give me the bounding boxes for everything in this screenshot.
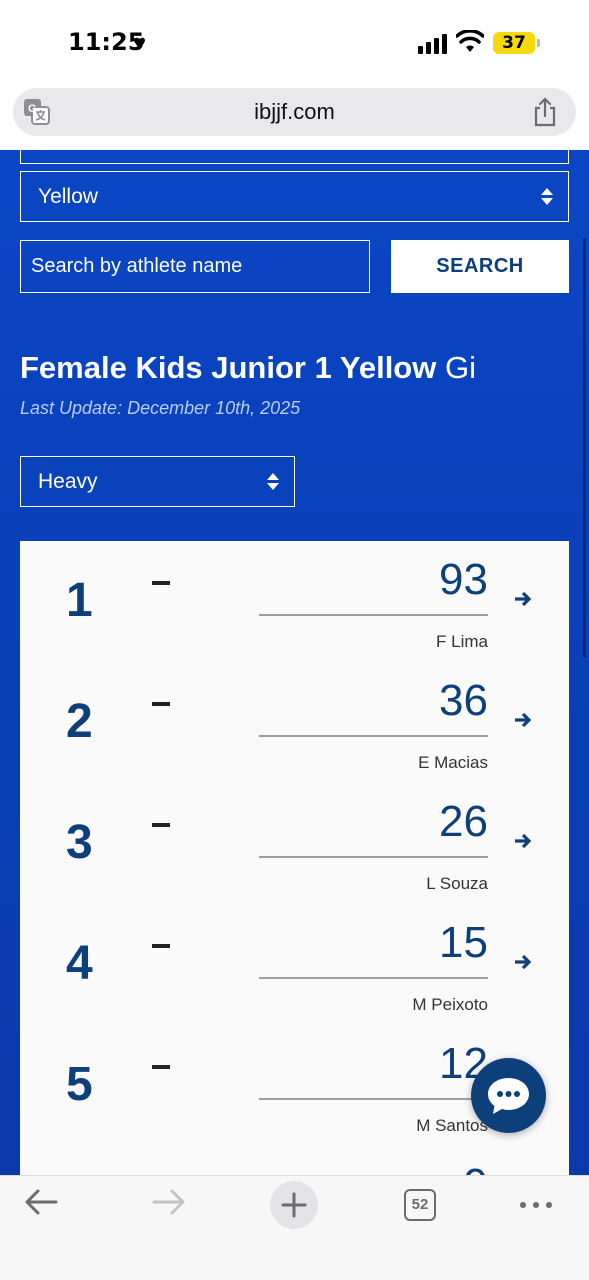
ranking-row[interactable]: 4 15 M Peixoto (20, 904, 569, 1025)
ranking-row[interactable]: 6 9 (20, 1146, 569, 1175)
title-category: Female Kids Junior 1 Yellow (20, 350, 437, 385)
arrow-right-icon[interactable] (513, 831, 533, 851)
points-value: 15 (439, 918, 488, 967)
new-tab-button[interactable] (270, 1181, 318, 1229)
ranking-row[interactable]: 3 26 L Souza (20, 783, 569, 904)
arrow-right-icon[interactable] (513, 710, 533, 730)
web-page: Yellow SEARCH Female Kids Junior 1 Yello… (0, 150, 589, 1175)
last-update: Last Update: December 10th, 2025 (20, 398, 301, 418)
previous-filter-select[interactable] (20, 150, 569, 164)
wifi-icon (456, 30, 484, 52)
ranking-row[interactable]: 1 93 F Lima (20, 541, 569, 662)
athlete-name: M Peixoto (412, 995, 488, 1014)
rank-change-dash (152, 823, 170, 827)
rank-number: 4 (66, 937, 93, 990)
select-arrows-icon (541, 187, 553, 207)
plus-icon (281, 1192, 307, 1218)
ranking-row[interactable]: 2 36 E Macias (20, 662, 569, 783)
points-value: 93 (439, 555, 488, 604)
title-gi: Gi (444, 350, 476, 385)
divider (259, 735, 488, 737)
athlete-name: E Macias (418, 753, 488, 772)
tabs-button[interactable]: 52 (404, 1189, 436, 1221)
athlete-name: F Lima (436, 632, 488, 651)
points-value: 36 (439, 676, 488, 725)
rank-number: 2 (66, 695, 93, 748)
search-button[interactable]: SEARCH (391, 240, 569, 293)
athlete-search-field[interactable] (20, 240, 370, 293)
points-value: 9 (464, 1160, 488, 1175)
battery-indicator: 37 (493, 32, 540, 54)
rank-change-dash (152, 1065, 170, 1069)
more-icon[interactable] (517, 1190, 555, 1220)
divider (259, 614, 488, 616)
belt-select-value: Yellow (38, 185, 98, 208)
weight-select[interactable]: Heavy (20, 456, 295, 507)
points-value: 26 (439, 797, 488, 846)
chat-bubble-icon (488, 1078, 529, 1114)
divider (259, 977, 488, 979)
url-text[interactable]: ibjjf.com (13, 99, 576, 125)
select-arrows-icon (267, 472, 279, 492)
arrow-right-icon[interactable] (513, 952, 533, 972)
divider (259, 1098, 488, 1100)
rank-change-dash (152, 944, 170, 948)
back-arrow-icon[interactable] (22, 1182, 62, 1222)
weight-select-value: Heavy (38, 470, 98, 493)
belt-select[interactable]: Yellow (20, 171, 569, 222)
rank-change-dash (152, 581, 170, 585)
athlete-search-input[interactable] (21, 241, 369, 292)
address-bar[interactable]: G ibjjf.com (13, 88, 576, 136)
browser-toolbar: 52 (0, 1175, 589, 1280)
page-scrollbar[interactable] (583, 238, 586, 658)
chat-button[interactable] (471, 1058, 546, 1133)
cellular-signal-icon (418, 32, 450, 54)
arrow-right-icon[interactable] (513, 589, 533, 609)
rank-number: 3 (66, 816, 93, 869)
rank-change-dash (152, 702, 170, 706)
page-title: Female Kids Junior 1 Yellow Gi (20, 350, 476, 386)
share-icon[interactable] (532, 97, 558, 127)
forward-arrow-icon[interactable] (148, 1182, 188, 1222)
divider (259, 856, 488, 858)
status-bar: 11:25 ♥ 37 (0, 0, 589, 88)
rank-number: 1 (66, 574, 93, 627)
athlete-name: L Souza (426, 874, 488, 893)
heart-icon: ♥ (133, 30, 147, 55)
rank-number: 5 (66, 1058, 93, 1111)
